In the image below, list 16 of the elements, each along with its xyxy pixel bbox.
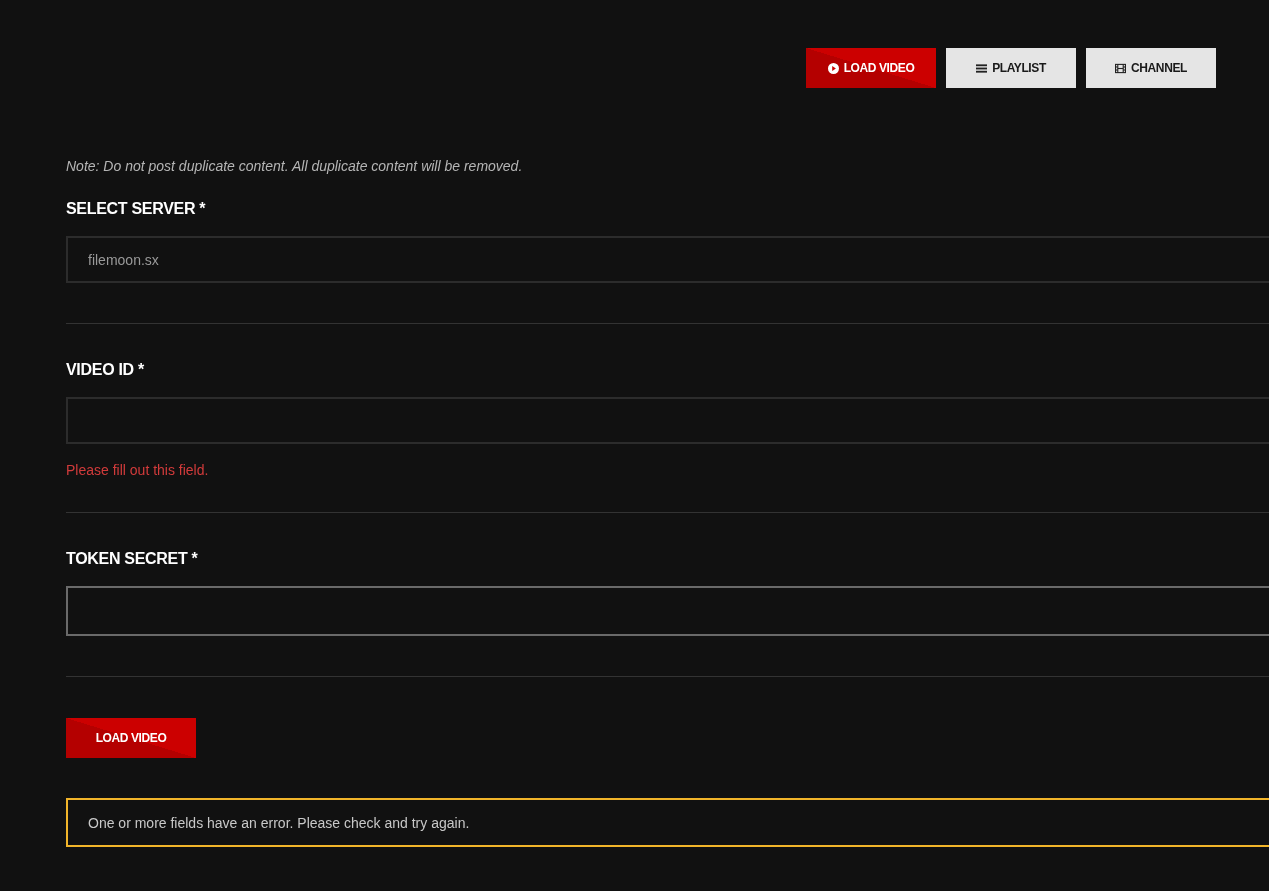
mode-tab[interactable]: CHANNEL [1086, 48, 1216, 88]
error-message: Please fill out this field. [66, 462, 210, 478]
input-field[interactable]: filemoon.sx [66, 236, 1269, 283]
field-label: SELECT SERVER * [66, 199, 207, 219]
field-label: TOKEN SECRET * [66, 549, 199, 569]
list-icon [976, 62, 988, 74]
field-label: VIDEO ID * [66, 360, 145, 380]
input-field[interactable] [66, 586, 1269, 636]
error-alert: One or more fields have an error. Please check and try again. [66, 798, 1269, 847]
film-icon [1115, 62, 1127, 74]
mode-tab[interactable]: PLAYLIST [946, 48, 1076, 88]
mode-tab[interactable]: LOAD VIDEO [806, 48, 936, 88]
input-field[interactable] [66, 397, 1269, 444]
load-video-button[interactable]: LOAD VIDEO [66, 718, 196, 758]
note-text: Note: Do not post duplicate content. All duplicate content will be removed. [66, 158, 524, 174]
play-icon [827, 62, 839, 74]
